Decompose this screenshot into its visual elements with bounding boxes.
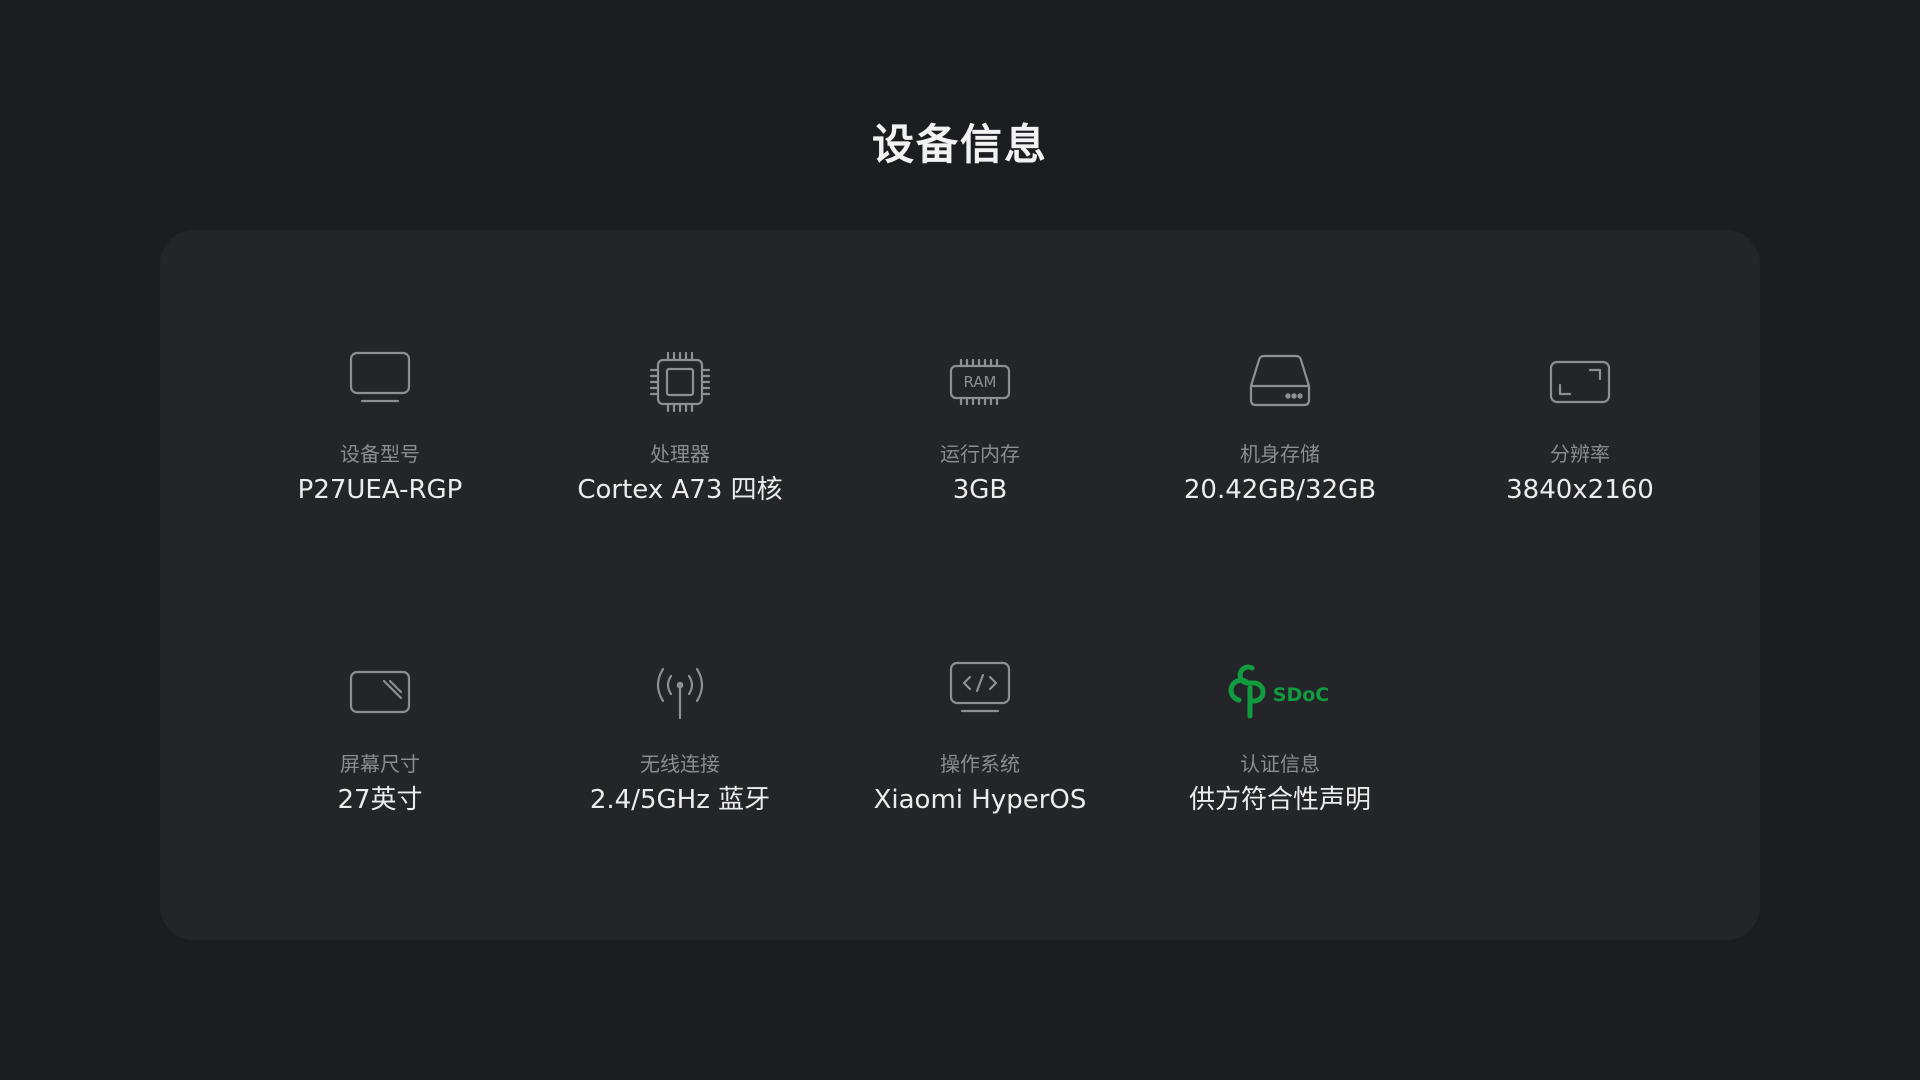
item-value: 3GB — [952, 475, 1008, 505]
info-item-screen-size: 屏幕尺寸 27英寸 — [250, 652, 510, 818]
info-item-ram: RAM 运行内存 3GB — [850, 342, 1110, 508]
item-label: 运行内存 — [940, 442, 1020, 466]
item-label: 设备型号 — [340, 442, 420, 466]
monitor-icon — [340, 342, 420, 422]
device-info-card: 设备型号 P27UEA-RGP 处理器 Cortex A73 四核 RAM 运行… — [160, 230, 1760, 940]
item-value: 3840x2160 — [1506, 475, 1654, 505]
item-label: 处理器 — [650, 442, 710, 466]
item-value: Cortex A73 四核 — [577, 475, 783, 505]
screen-size-icon — [340, 652, 420, 732]
sdoc-logo-icon: SDoC — [1220, 652, 1340, 732]
ram-icon: RAM — [940, 342, 1020, 422]
item-label: 分辨率 — [1550, 442, 1610, 466]
ram-icon-text: RAM — [963, 373, 996, 391]
item-value: 2.4/5GHz 蓝牙 — [589, 785, 771, 815]
item-value: 供方符合性声明 — [1188, 785, 1371, 815]
info-item-certification: SDoC 认证信息 供方符合性声明 — [1150, 652, 1410, 818]
info-item-model: 设备型号 P27UEA-RGP — [250, 342, 510, 508]
device-info-page: 设备信息 设备型号 P27UEA-RGP 处理器 Cortex A73 四核 R… — [0, 0, 1920, 1080]
chip-icon — [640, 342, 720, 422]
info-item-os: 操作系统 Xiaomi HyperOS — [850, 652, 1110, 818]
antenna-icon — [640, 652, 720, 732]
item-value: 27英寸 — [337, 785, 423, 815]
info-item-resolution: 分辨率 3840x2160 — [1450, 342, 1710, 508]
info-item-storage: 机身存储 20.42GB/32GB — [1150, 342, 1410, 508]
code-monitor-icon — [940, 652, 1020, 732]
item-value: P27UEA-RGP — [297, 475, 463, 505]
sdoc-logo-text: SDoC — [1273, 684, 1329, 706]
item-label: 无线连接 — [640, 752, 720, 776]
item-label: 认证信息 — [1240, 752, 1320, 776]
item-label: 机身存储 — [1240, 442, 1320, 466]
info-item-processor: 处理器 Cortex A73 四核 — [550, 342, 810, 508]
page-title: 设备信息 — [871, 120, 1048, 169]
resolution-frame-icon — [1540, 342, 1620, 422]
storage-drive-icon — [1240, 342, 1320, 422]
item-label: 操作系统 — [940, 752, 1020, 776]
item-value: 20.42GB/32GB — [1183, 475, 1377, 505]
item-value: Xiaomi HyperOS — [873, 785, 1087, 815]
item-label: 屏幕尺寸 — [340, 752, 420, 776]
info-item-wireless: 无线连接 2.4/5GHz 蓝牙 — [550, 652, 810, 818]
